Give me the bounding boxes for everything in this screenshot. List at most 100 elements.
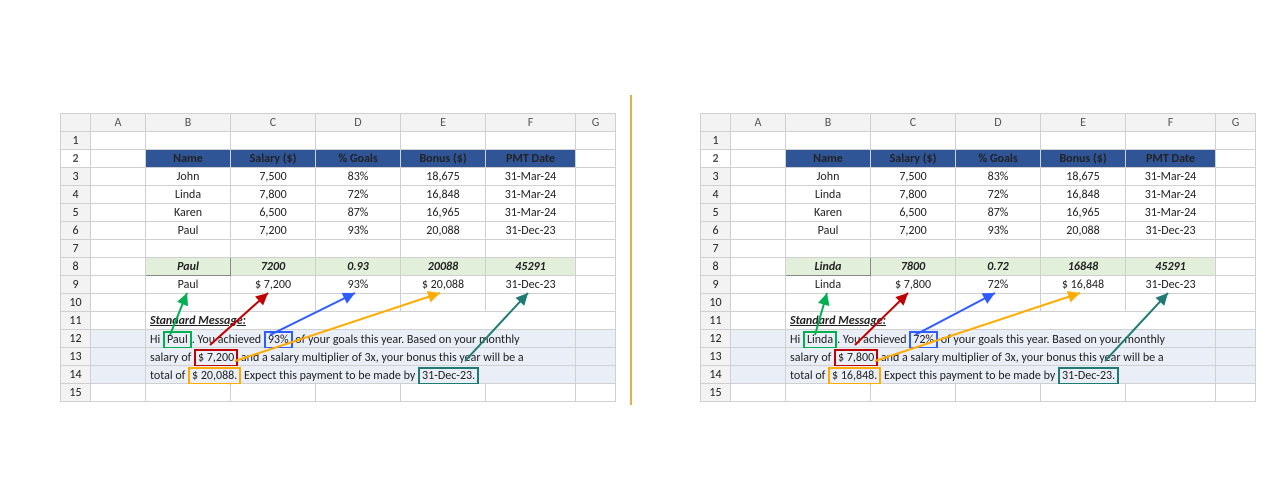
cell[interactable] bbox=[316, 294, 401, 312]
col-A[interactable]: A bbox=[91, 114, 146, 132]
cell[interactable] bbox=[731, 366, 786, 384]
cell[interactable] bbox=[731, 204, 786, 222]
row-14[interactable]: 14 bbox=[61, 366, 91, 384]
hdr-goals[interactable]: % Goals bbox=[956, 150, 1041, 168]
msg-header[interactable]: Standard Message: bbox=[146, 312, 576, 330]
cell[interactable] bbox=[91, 222, 146, 240]
cell[interactable]: 31-Mar-24 bbox=[486, 204, 576, 222]
cell[interactable] bbox=[401, 132, 486, 150]
cell[interactable] bbox=[731, 222, 786, 240]
cell[interactable] bbox=[1216, 168, 1256, 186]
cell[interactable]: 7,500 bbox=[231, 168, 316, 186]
cell[interactable] bbox=[1216, 384, 1256, 402]
hdr-pmt[interactable]: PMT Date bbox=[1126, 150, 1216, 168]
lookup-bonus[interactable]: 16848 bbox=[1041, 258, 1126, 276]
cell[interactable] bbox=[146, 132, 231, 150]
col-C[interactable]: C bbox=[231, 114, 316, 132]
cell[interactable] bbox=[401, 294, 486, 312]
cell[interactable] bbox=[91, 204, 146, 222]
cell[interactable] bbox=[731, 384, 786, 402]
corner-cell[interactable] bbox=[61, 114, 91, 132]
cell[interactable]: 18,675 bbox=[401, 168, 486, 186]
lookup-goals[interactable]: 0.72 bbox=[956, 258, 1041, 276]
grid-left[interactable]: A B C D E F G 1 2 Name Salary ($) % Goal… bbox=[60, 113, 616, 402]
cell[interactable] bbox=[91, 276, 146, 294]
col-G[interactable]: G bbox=[1216, 114, 1256, 132]
row-7[interactable]: 7 bbox=[61, 240, 91, 258]
cell[interactable] bbox=[1216, 312, 1256, 330]
cell[interactable]: 7,500 bbox=[871, 168, 956, 186]
cell[interactable] bbox=[316, 384, 401, 402]
cell[interactable] bbox=[1216, 240, 1256, 258]
cell[interactable] bbox=[1216, 276, 1256, 294]
cell[interactable]: 6,500 bbox=[231, 204, 316, 222]
row-10[interactable]: 10 bbox=[61, 294, 91, 312]
cell[interactable]: 7,200 bbox=[231, 222, 316, 240]
cell[interactable] bbox=[146, 384, 231, 402]
col-D[interactable]: D bbox=[956, 114, 1041, 132]
cell[interactable] bbox=[1216, 132, 1256, 150]
cell[interactable]: 87% bbox=[316, 204, 401, 222]
row-1[interactable]: 1 bbox=[701, 132, 731, 150]
cell[interactable]: Karen bbox=[146, 204, 231, 222]
cell[interactable] bbox=[576, 168, 616, 186]
fmt-name[interactable]: Paul bbox=[146, 276, 231, 294]
lookup-name[interactable]: Linda bbox=[786, 258, 871, 276]
cell[interactable] bbox=[731, 294, 786, 312]
cell[interactable] bbox=[1041, 240, 1126, 258]
cell[interactable] bbox=[871, 240, 956, 258]
cell[interactable] bbox=[1216, 222, 1256, 240]
cell[interactable] bbox=[486, 384, 576, 402]
cell[interactable]: 93% bbox=[316, 222, 401, 240]
hdr-name[interactable]: Name bbox=[786, 150, 871, 168]
row-3[interactable]: 3 bbox=[61, 168, 91, 186]
row-2[interactable]: 2 bbox=[701, 150, 731, 168]
cell[interactable]: 16,965 bbox=[401, 204, 486, 222]
cell[interactable] bbox=[146, 294, 231, 312]
cell[interactable] bbox=[576, 240, 616, 258]
cell[interactable] bbox=[731, 186, 786, 204]
col-F[interactable]: F bbox=[486, 114, 576, 132]
row-8[interactable]: 8 bbox=[701, 258, 731, 276]
cell[interactable]: 87% bbox=[956, 204, 1041, 222]
msg-line-2[interactable]: salary of $ 7,800 and a salary multiplie… bbox=[786, 348, 1216, 366]
cell[interactable] bbox=[91, 168, 146, 186]
lookup-salary[interactable]: 7200 bbox=[231, 258, 316, 276]
cell[interactable] bbox=[786, 132, 871, 150]
cell[interactable]: 31-Mar-24 bbox=[486, 186, 576, 204]
row-3[interactable]: 3 bbox=[701, 168, 731, 186]
cell[interactable]: 7,200 bbox=[871, 222, 956, 240]
row-15[interactable]: 15 bbox=[61, 384, 91, 402]
row-4[interactable]: 4 bbox=[61, 186, 91, 204]
cell[interactable] bbox=[486, 132, 576, 150]
cell[interactable]: 16,848 bbox=[1041, 186, 1126, 204]
fmt-salary[interactable]: $ 7,800 bbox=[871, 276, 956, 294]
col-B[interactable]: B bbox=[146, 114, 231, 132]
cell[interactable] bbox=[786, 294, 871, 312]
cell[interactable]: 93% bbox=[956, 222, 1041, 240]
cell[interactable]: 18,675 bbox=[1041, 168, 1126, 186]
cell[interactable] bbox=[1216, 150, 1256, 168]
fmt-pmt[interactable]: 31-Dec-23 bbox=[486, 276, 576, 294]
cell[interactable] bbox=[956, 384, 1041, 402]
cell[interactable] bbox=[576, 312, 616, 330]
cell[interactable] bbox=[231, 240, 316, 258]
cell[interactable] bbox=[1041, 294, 1126, 312]
cell[interactable] bbox=[486, 240, 576, 258]
msg-line-2[interactable]: salary of $ 7,200 and a salary multiplie… bbox=[146, 348, 576, 366]
cell[interactable] bbox=[786, 240, 871, 258]
cell[interactable] bbox=[731, 312, 786, 330]
row-9[interactable]: 9 bbox=[61, 276, 91, 294]
cell[interactable] bbox=[231, 132, 316, 150]
cell[interactable] bbox=[576, 330, 616, 348]
row-5[interactable]: 5 bbox=[61, 204, 91, 222]
cell[interactable] bbox=[576, 276, 616, 294]
row-2[interactable]: 2 bbox=[61, 150, 91, 168]
cell[interactable] bbox=[576, 132, 616, 150]
cell[interactable] bbox=[576, 150, 616, 168]
cell[interactable] bbox=[956, 132, 1041, 150]
cell[interactable] bbox=[871, 294, 956, 312]
cell[interactable]: 31-Mar-24 bbox=[486, 168, 576, 186]
hdr-pmt[interactable]: PMT Date bbox=[486, 150, 576, 168]
cell[interactable] bbox=[1216, 330, 1256, 348]
